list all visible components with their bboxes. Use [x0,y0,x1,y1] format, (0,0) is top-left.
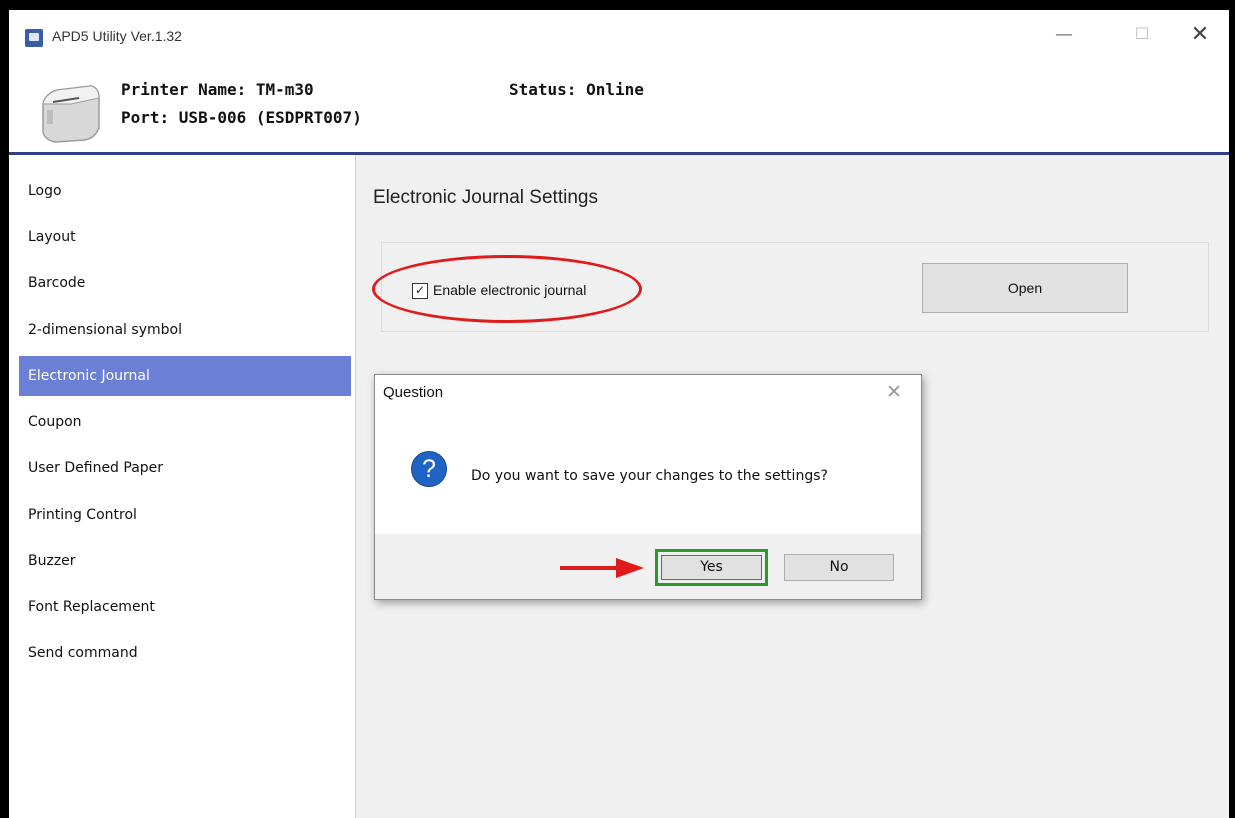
sidebar-item-electronic-journal[interactable]: Electronic Journal [19,356,351,396]
dialog-message: Do you want to save your changes to the … [471,468,828,484]
sidebar-item-buzzer[interactable]: Buzzer [19,541,351,581]
sidebar-item-logo[interactable]: Logo [19,171,351,211]
sidebar-item-2d-symbol[interactable]: 2-dimensional symbol [19,310,351,350]
printer-icon [42,85,100,143]
maximize-button[interactable]: ☐ [1127,24,1157,43]
sidebar-item-printing-control[interactable]: Printing Control [19,495,351,535]
question-dialog: Question ✕ ? Do you want to save your ch… [374,374,922,600]
minimize-button[interactable]: — [1049,24,1079,45]
printer-header: Printer Name: TM-m30 Port: USB-006 (ESDP… [9,70,1229,155]
printer-port: Port: USB-006 (ESDPRT007) [121,108,362,127]
close-button[interactable]: ✕ [1185,22,1215,47]
window-title: APD5 Utility Ver.1.32 [52,28,182,44]
yes-button[interactable]: Yes [661,555,762,580]
question-icon: ? [411,451,447,487]
sidebar-item-font-replacement[interactable]: Font Replacement [19,587,351,627]
enable-journal-label[interactable]: Enable electronic journal [433,282,586,298]
journal-group-box: ✓ Enable electronic journal Open [372,242,1209,332]
app-window: APD5 Utility Ver.1.32 — ☐ ✕ Printer Name… [9,10,1229,818]
app-icon [25,29,43,47]
sidebar-item-coupon[interactable]: Coupon [19,402,351,442]
sidebar-nav: Logo Layout Barcode 2-dimensional symbol… [9,155,356,818]
sidebar-item-layout[interactable]: Layout [19,217,351,257]
title-bar: APD5 Utility Ver.1.32 — ☐ ✕ [9,10,1229,70]
dialog-title: Question [383,384,444,401]
sidebar-item-user-defined-paper[interactable]: User Defined Paper [19,448,351,488]
annotation-arrow-icon [560,558,644,578]
sidebar-item-send-command[interactable]: Send command [19,633,351,673]
open-button[interactable]: Open [922,263,1128,313]
dialog-footer: Yes No [375,534,921,599]
page-title: Electronic Journal Settings [373,187,598,208]
no-button[interactable]: No [784,554,894,581]
printer-status: Status: Online [509,80,644,99]
dialog-close-icon[interactable]: ✕ [886,381,902,403]
sidebar-item-barcode[interactable]: Barcode [19,263,351,303]
printer-name: Printer Name: TM-m30 [121,80,314,99]
enable-journal-checkbox[interactable]: ✓ [412,283,428,299]
